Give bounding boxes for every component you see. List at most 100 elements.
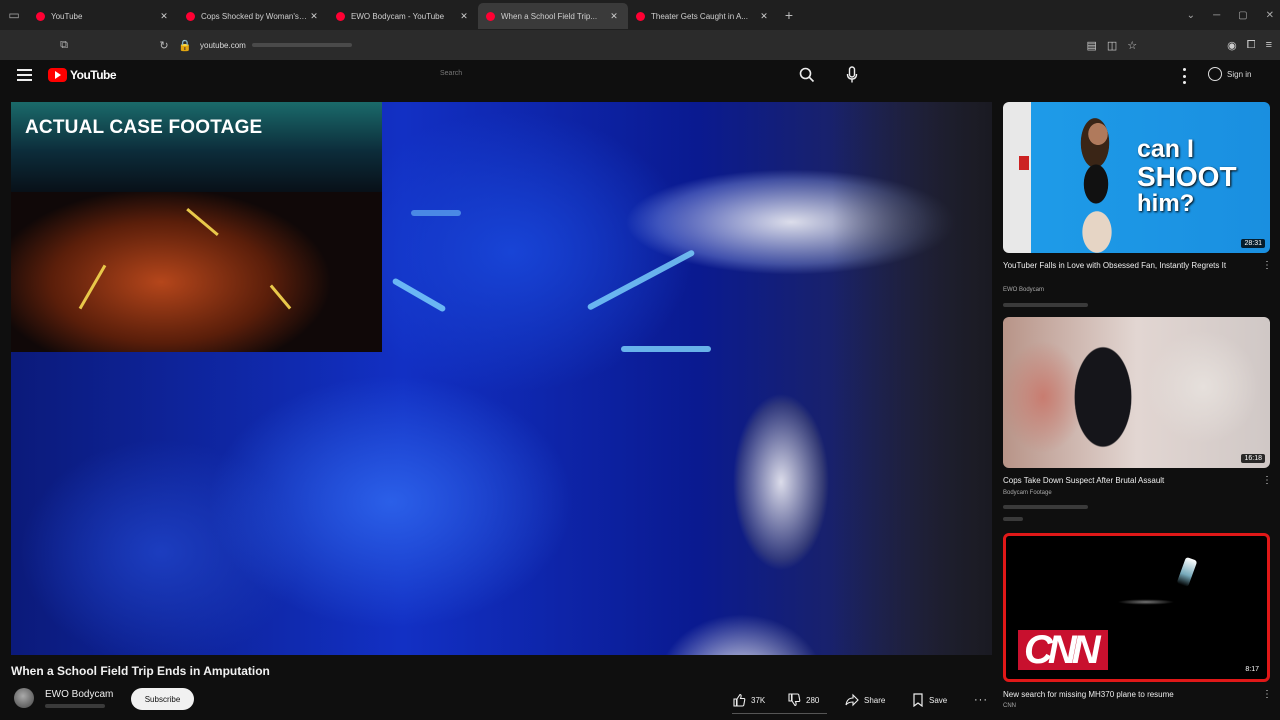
youtube-header: YouTube Search Sign in	[0, 60, 1280, 92]
inset-sky	[11, 102, 382, 192]
youtube-logo[interactable]: YouTube	[48, 68, 117, 82]
share-button[interactable]: Share	[845, 693, 885, 707]
close-tab-icon[interactable]: ✕	[158, 11, 170, 22]
tab-title: Cops Shocked by Woman's Per...	[201, 11, 308, 21]
settings-more-icon[interactable]	[1181, 68, 1187, 84]
bookmark-star-icon[interactable]: ☆	[1127, 39, 1137, 52]
recommendation-thumbnail[interactable]: 16:18	[1003, 317, 1270, 468]
recommendation-title[interactable]: YouTuber Falls in Love with Obsessed Fan…	[1003, 260, 1255, 271]
sign-in-button[interactable]: Sign in	[1208, 67, 1251, 81]
light-streak	[391, 277, 447, 313]
address-bar-row: ⧉ ↻ 🔒 youtube.com ▤ ◫ ☆ ◉ ⧠ ≡	[0, 30, 1280, 60]
url-text: youtube.com	[200, 40, 246, 50]
video-title: When a School Field Trip Ends in Amputat…	[11, 664, 270, 678]
tab-title: EWO Bodycam - YouTube	[351, 11, 445, 21]
thumbnail-text-line: him?	[1137, 190, 1195, 217]
like-count: 37K	[751, 695, 766, 705]
inset-video-clip: ACTUAL CASE FOOTAGE	[11, 102, 382, 352]
recommendation-channel[interactable]: EWO Bodycam	[1003, 287, 1044, 293]
reload-icon[interactable]: ↻	[155, 39, 173, 52]
youtube-favicon-icon	[336, 11, 345, 21]
close-tab-icon[interactable]: ✕	[758, 11, 770, 22]
split-view-icon[interactable]: ◫	[1107, 39, 1117, 52]
tab-title: YouTube	[51, 11, 83, 21]
close-tab-icon[interactable]: ✕	[458, 11, 470, 22]
microphone-icon[interactable]	[846, 66, 858, 84]
sidebar-icon[interactable]: ⧉	[55, 39, 73, 52]
more-actions-button[interactable]: ···	[974, 694, 988, 706]
tab-actions-icon[interactable]: ▭	[0, 0, 28, 30]
recommendation-menu-icon[interactable]: ⋮	[1262, 475, 1272, 486]
sign-in-label: Sign in	[1227, 69, 1252, 79]
cnn-logo-text: CNN	[1024, 628, 1101, 672]
dislike-button[interactable]: 280	[787, 693, 819, 707]
thumbnail-person	[1065, 112, 1127, 253]
browser-tab[interactable]: Cops Shocked by Woman's Per... ✕	[178, 3, 328, 29]
search-input[interactable]: Search	[440, 70, 462, 77]
browser-menu-icon[interactable]: ≡	[1266, 39, 1272, 51]
like-button[interactable]: 37K	[732, 693, 765, 707]
thumbnail-text: can I SHOOT him?	[1137, 136, 1267, 218]
thumbnail-light	[1176, 556, 1198, 588]
light-streak	[621, 346, 711, 352]
thumbs-up-icon	[733, 693, 746, 707]
video-shadow	[832, 102, 992, 655]
recommendation-meta	[1003, 505, 1088, 509]
recommendation-channel[interactable]: Bodycam Footage	[1003, 490, 1052, 496]
minimize-icon[interactable]: ─	[1213, 10, 1220, 21]
close-tab-icon[interactable]: ✕	[608, 11, 620, 22]
recommendation-channel[interactable]: CNN	[1003, 703, 1016, 709]
video-duration: 28:31	[1241, 239, 1265, 248]
user-avatar-icon	[1208, 67, 1222, 81]
account-icon[interactable]: ◉	[1227, 39, 1237, 52]
recommendation-title[interactable]: Cops Take Down Suspect After Brutal Assa…	[1003, 475, 1255, 486]
address-bar-actions: ▤ ◫ ☆ ◉ ⧠ ≡	[1086, 30, 1272, 60]
new-tab-button[interactable]: +	[778, 7, 800, 23]
close-tab-icon[interactable]: ✕	[308, 11, 320, 22]
video-duration: 16:18	[1241, 454, 1265, 463]
recommendation-title[interactable]: New search for missing MH370 plane to re…	[1003, 689, 1255, 700]
lock-icon: 🔒	[178, 39, 192, 52]
url-path	[251, 43, 352, 47]
youtube-favicon-icon	[36, 11, 45, 21]
video-actions: 37K 280 Share Save ···	[0, 690, 1000, 710]
reader-view-icon[interactable]: ▤	[1086, 39, 1096, 52]
search-icon[interactable]	[799, 67, 815, 83]
tab-search-icon[interactable]: ⌄	[1187, 10, 1195, 21]
light-streak	[586, 249, 696, 311]
browser-tab[interactable]: EWO Bodycam - YouTube ✕	[328, 3, 478, 29]
youtube-favicon-icon	[636, 11, 645, 21]
recommendation-menu-icon[interactable]: ⋮	[1262, 260, 1272, 271]
like-bar-divider	[732, 713, 827, 714]
cnn-logo: CNN	[1018, 630, 1108, 670]
tab-title: When a School Field Trip...	[501, 11, 598, 21]
recommendation-badge	[1003, 517, 1023, 521]
youtube-favicon-icon	[186, 11, 195, 21]
browser-tab-active[interactable]: When a School Field Trip... ✕	[478, 3, 628, 29]
maximize-icon[interactable]: ▢	[1238, 10, 1247, 21]
video-player[interactable]: ACTUAL CASE FOOTAGE	[11, 102, 992, 655]
recommendation-thumbnail[interactable]: can I SHOOT him? 28:31	[1003, 102, 1270, 253]
close-window-icon[interactable]: ✕	[1266, 10, 1274, 21]
recommendation-menu-icon[interactable]: ⋮	[1262, 689, 1272, 700]
extensions-icon[interactable]: ⧠	[1247, 39, 1256, 52]
window-controls: ⌄ ─ ▢ ✕	[1187, 0, 1274, 30]
video-duration: 8:17	[1242, 665, 1262, 674]
menu-icon[interactable]	[17, 69, 32, 81]
thumbnail-text-line: SHOOT	[1137, 161, 1237, 192]
overlay-label: ACTUAL CASE FOOTAGE	[25, 117, 263, 138]
save-label: Save	[929, 695, 948, 705]
bookmark-icon	[913, 693, 923, 707]
browser-tab[interactable]: Theater Gets Caught in A... ✕	[628, 3, 778, 29]
tab-title: Theater Gets Caught in A...	[651, 11, 748, 21]
url-field[interactable]: 🔒 youtube.com	[176, 34, 436, 56]
browser-tab-bar: ▭ YouTube ✕ Cops Shocked by Woman's Per.…	[0, 0, 1280, 30]
save-button[interactable]: Save	[912, 693, 947, 707]
recommendation-thumbnail[interactable]: CNN 8:17	[1003, 533, 1270, 682]
inset-road	[11, 172, 382, 352]
recommendation-meta	[1003, 303, 1088, 307]
light-streak	[411, 210, 461, 216]
browser-tab[interactable]: YouTube ✕	[28, 3, 178, 29]
share-label: Share	[864, 695, 886, 705]
thumbs-down-icon	[788, 693, 801, 707]
